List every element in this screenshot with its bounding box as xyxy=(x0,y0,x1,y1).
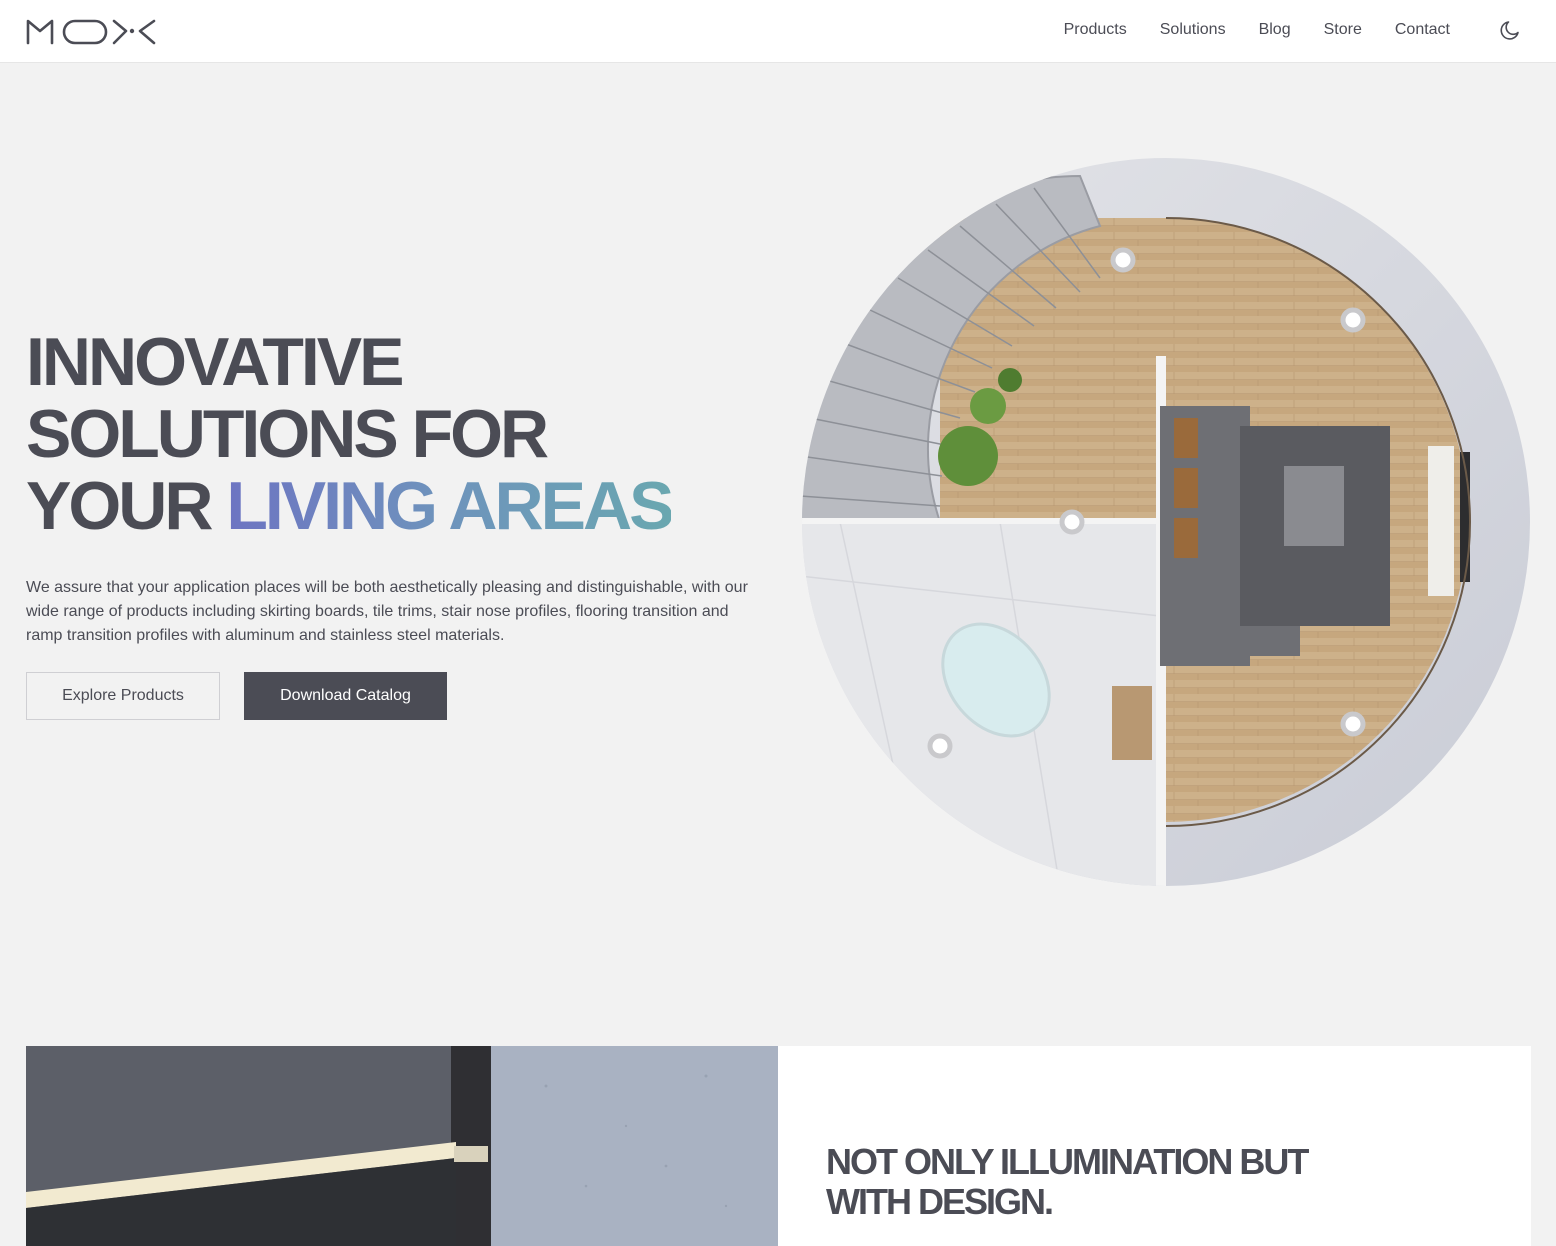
feature-image xyxy=(26,1046,778,1246)
hero-title-line2: SOLUTIONS FOR xyxy=(26,396,549,472)
explore-products-button[interactable]: Explore Products xyxy=(26,672,220,720)
download-catalog-button[interactable]: Download Catalog xyxy=(244,672,447,720)
nav-item-contact[interactable]: Contact xyxy=(1395,20,1450,40)
floor-plan-image xyxy=(802,158,1530,886)
feature-title: NOT ONLY ILLUMINATION BUT WITH DESIGN. xyxy=(826,1142,1426,1222)
nav-item-blog[interactable]: Blog xyxy=(1259,20,1291,40)
nav-item-store[interactable]: Store xyxy=(1324,20,1362,40)
brand-logo[interactable] xyxy=(26,17,158,45)
nav-item-solutions[interactable]: Solutions xyxy=(1160,20,1226,40)
main-nav: Products Solutions Blog Store Contact xyxy=(1064,20,1450,40)
feature-title-line2: WITH DESIGN. xyxy=(826,1181,1054,1222)
hero-title-line3: YOUR xyxy=(26,468,227,544)
hero-title: INNOVATIVE SOLUTIONS FOR YOUR LIVING ARE… xyxy=(26,324,674,544)
hero-description: We assure that your application places w… xyxy=(26,579,748,644)
hero-title-accent: LIVING AREAS xyxy=(226,468,674,544)
feature-card: NOT ONLY ILLUMINATION BUT WITH DESIGN. xyxy=(26,1046,1531,1246)
hero-title-line1: INNOVATIVE xyxy=(26,324,405,400)
nav-item-products[interactable]: Products xyxy=(1064,20,1127,40)
moon-icon[interactable] xyxy=(1498,18,1522,42)
feature-title-line1: NOT ONLY ILLUMINATION BUT xyxy=(826,1141,1309,1182)
site-header: Products Solutions Blog Store Contact xyxy=(0,0,1556,63)
